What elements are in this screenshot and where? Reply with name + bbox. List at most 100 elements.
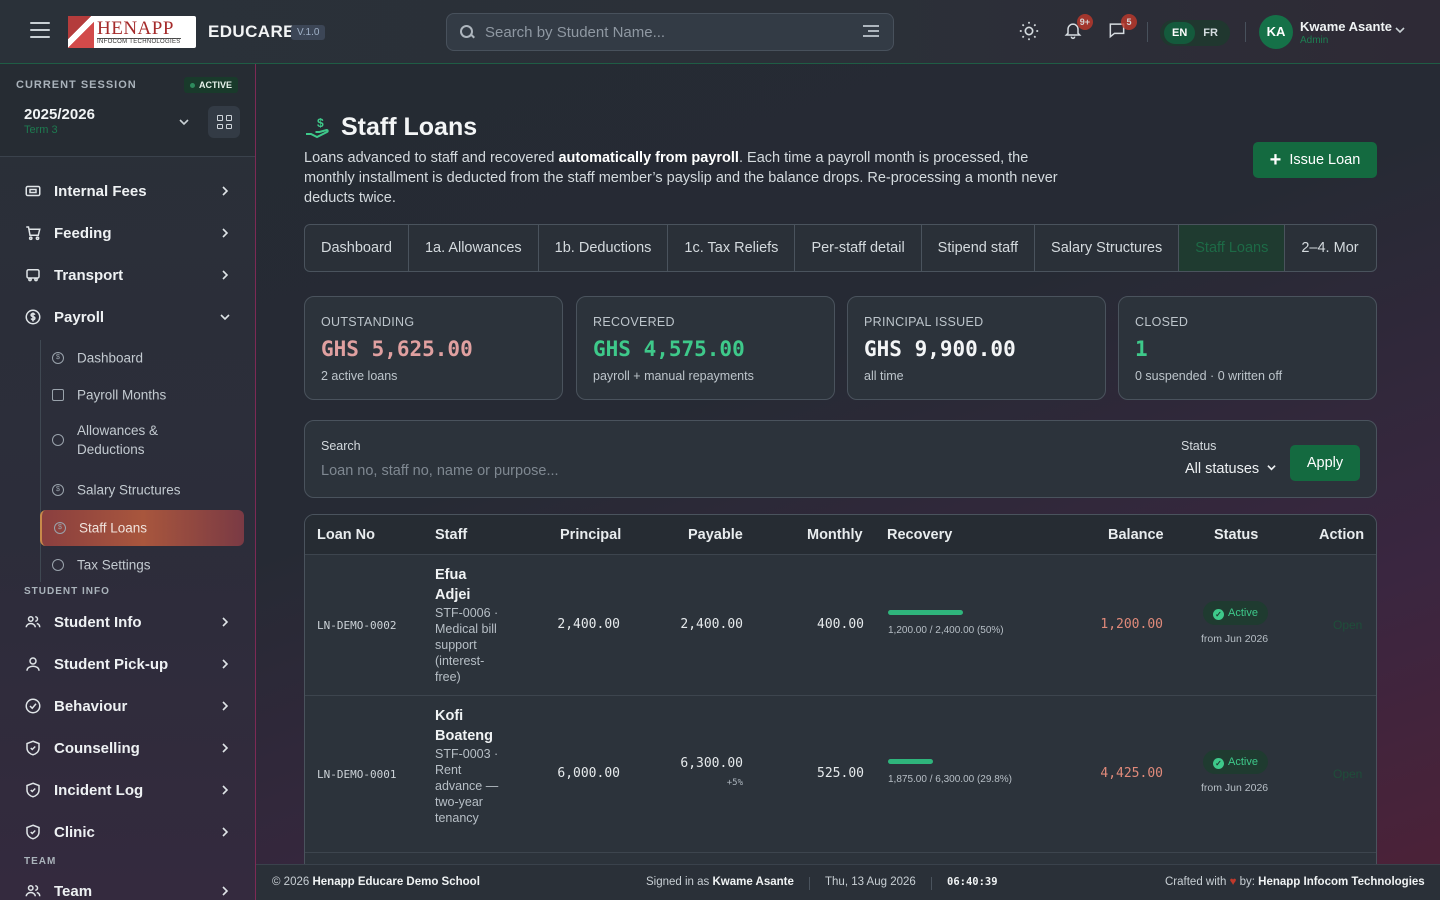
- recovery-progress-bar: [888, 610, 963, 615]
- logo-mark: [68, 16, 94, 48]
- sidebar-item-transport[interactable]: Transport: [0, 257, 255, 293]
- tab-more[interactable]: 2–4. Mor: [1285, 225, 1374, 271]
- monthly-amount: 400.00: [817, 617, 864, 632]
- tab-per-staff-detail[interactable]: Per-staff detail: [795, 225, 922, 271]
- plus-icon: +: [1269, 149, 1282, 171]
- footer-date: Thu, 13 Aug 2026: [825, 876, 916, 888]
- column-header[interactable]: Payable: [688, 527, 743, 543]
- messages-icon[interactable]: 5: [1105, 14, 1137, 44]
- column-header[interactable]: Recovery: [887, 527, 952, 543]
- sidebar-subitem-dashboard[interactable]: $ Dashboard: [40, 340, 244, 376]
- stat-label: CLOSED: [1135, 315, 1189, 329]
- chevron-down-icon[interactable]: [178, 116, 190, 128]
- theme-toggle-icon[interactable]: [1017, 20, 1041, 44]
- tab-stipend-staff[interactable]: Stipend staff: [922, 225, 1036, 271]
- table-row[interactable]: LN-DEMO-0002 Efua Adjei STF-0006 · Medic…: [305, 555, 1376, 696]
- sidebar-item-student-info[interactable]: Student Info: [0, 604, 255, 640]
- sidebar-item-label: Counselling: [54, 739, 140, 757]
- status-select-value: All statuses: [1185, 461, 1260, 477]
- column-header[interactable]: Balance: [1108, 527, 1164, 543]
- column-header[interactable]: Status: [1214, 527, 1258, 543]
- stat-subtext: 0 suspended · 0 written off: [1135, 369, 1283, 383]
- status-from: from Jun 2026: [1201, 782, 1269, 794]
- apps-grid-button[interactable]: [208, 106, 240, 138]
- avatar[interactable]: KA: [1259, 15, 1293, 49]
- column-header[interactable]: Loan No: [317, 527, 375, 543]
- sidebar-item-student-pickup[interactable]: Student Pick-up: [0, 646, 255, 682]
- sidebar-item-incident-log[interactable]: Incident Log: [0, 772, 255, 808]
- sidebar-subitem-staff-loans[interactable]: $ Staff Loans: [40, 510, 244, 546]
- filter-icon[interactable]: [863, 25, 879, 39]
- signed-in-user: Kwame Asante: [712, 876, 794, 888]
- tab-tax-reliefs[interactable]: 1c. Tax Reliefs: [668, 225, 796, 271]
- session-status-badge: ACTIVE: [184, 77, 239, 93]
- tab-staff-loans[interactable]: Staff Loans: [1179, 225, 1286, 271]
- tab-deductions[interactable]: 1b. Deductions: [539, 225, 669, 271]
- sidebar-subitem-allowances-deductions[interactable]: Allowances & Deductions: [40, 414, 244, 466]
- chevron-right-icon: [222, 228, 229, 238]
- language-switch: EN FR: [1160, 20, 1230, 46]
- apply-button[interactable]: Apply: [1290, 445, 1360, 481]
- footer-clock: 06:40:39: [947, 876, 998, 888]
- heart-icon: ♥: [1229, 876, 1237, 888]
- table-row[interactable]: LN-DEMO-0001 Kofi Boateng STF-0003 · Ren…: [305, 696, 1376, 853]
- sidebar-subitem-payroll-months[interactable]: Payroll Months: [40, 377, 244, 413]
- staff-first-name: Kofi: [435, 708, 464, 724]
- sidebar-subitem-salary-structures[interactable]: $ Salary Structures: [40, 472, 244, 508]
- logo-main-text: HENAPP: [97, 19, 181, 39]
- page-description: Loans advanced to staff and recovered au…: [304, 148, 1064, 208]
- school-name: Henapp Educare Demo School: [312, 876, 480, 888]
- sidebar-item-internal-fees[interactable]: Internal Fees: [0, 173, 255, 209]
- filter-panel: Search Status All statuses Apply: [304, 420, 1377, 498]
- session-term: Term 3: [24, 124, 58, 136]
- sidebar-subitem-label: Staff Loans: [79, 520, 148, 536]
- tab-dashboard[interactable]: Dashboard: [305, 225, 409, 271]
- open-loan-link[interactable]: Open: [1333, 767, 1362, 781]
- user-name[interactable]: Kwame Asante: [1300, 19, 1392, 34]
- stat-label: RECOVERED: [593, 315, 675, 329]
- stat-label: PRINCIPAL ISSUED: [864, 315, 984, 329]
- menu-icon[interactable]: [30, 22, 50, 40]
- stat-subtext: 2 active loans: [321, 369, 398, 383]
- balance-amount: 1,200.00: [1100, 617, 1163, 632]
- lang-fr[interactable]: FR: [1195, 22, 1226, 44]
- footer-credit: Crafted with ♥ by: Henapp Infocom Techno…: [1165, 876, 1425, 888]
- loan-search-input[interactable]: [321, 459, 1021, 483]
- tab-salary-structures[interactable]: Salary Structures: [1035, 225, 1180, 271]
- loan-number: LN-DEMO-0002: [317, 619, 397, 632]
- issue-loan-button[interactable]: + Issue Loan: [1253, 142, 1377, 178]
- sidebar-subitem-tax-settings[interactable]: Tax Settings: [40, 547, 244, 583]
- sidebar-item-clinic[interactable]: Clinic: [0, 814, 255, 850]
- shield-icon: [24, 781, 42, 799]
- notifications-badge: 9+: [1076, 14, 1093, 30]
- dollar-circle-icon: [24, 308, 42, 326]
- lang-en[interactable]: EN: [1164, 22, 1196, 44]
- session-label: CURRENT SESSION: [16, 79, 137, 91]
- version-badge: V.1.0: [291, 25, 326, 40]
- sidebar-item-counselling[interactable]: Counselling: [0, 730, 255, 766]
- calendar-icon: [52, 389, 64, 401]
- chevron-down-icon[interactable]: [1394, 24, 1406, 36]
- sidebar-item-behaviour[interactable]: Behaviour: [0, 688, 255, 724]
- student-search-input[interactable]: [475, 23, 863, 41]
- sidebar-item-team[interactable]: Team: [0, 873, 255, 900]
- company-name[interactable]: Henapp Infocom Technologies: [1258, 876, 1425, 888]
- recovery-text: 1,875.00 / 6,300.00 (29.8%): [888, 774, 1012, 785]
- session-year[interactable]: 2025/2026: [24, 106, 95, 123]
- status-select[interactable]: All statuses: [1185, 461, 1276, 477]
- chevron-right-icon: [222, 785, 229, 795]
- column-header[interactable]: Action: [1319, 527, 1364, 543]
- sidebar-item-payroll[interactable]: Payroll: [0, 299, 255, 335]
- sidebar-item-feeding[interactable]: Feeding: [0, 215, 255, 251]
- dollar-circle-icon: $: [52, 484, 64, 496]
- footer-copyright: © 2026 Henapp Educare Demo School: [272, 876, 480, 888]
- notifications-bell-icon[interactable]: 9+: [1061, 14, 1093, 44]
- column-header[interactable]: Principal: [560, 527, 621, 543]
- column-header[interactable]: Staff: [435, 527, 467, 543]
- footer: © 2026 Henapp Educare Demo School Signed…: [256, 864, 1440, 900]
- column-header[interactable]: Monthly: [807, 527, 863, 543]
- sidebar-item-label: Incident Log: [54, 781, 144, 799]
- open-loan-link[interactable]: Open: [1333, 618, 1362, 632]
- staff-last-name: Boateng: [435, 728, 493, 744]
- tab-allowances[interactable]: 1a. Allowances: [409, 225, 539, 271]
